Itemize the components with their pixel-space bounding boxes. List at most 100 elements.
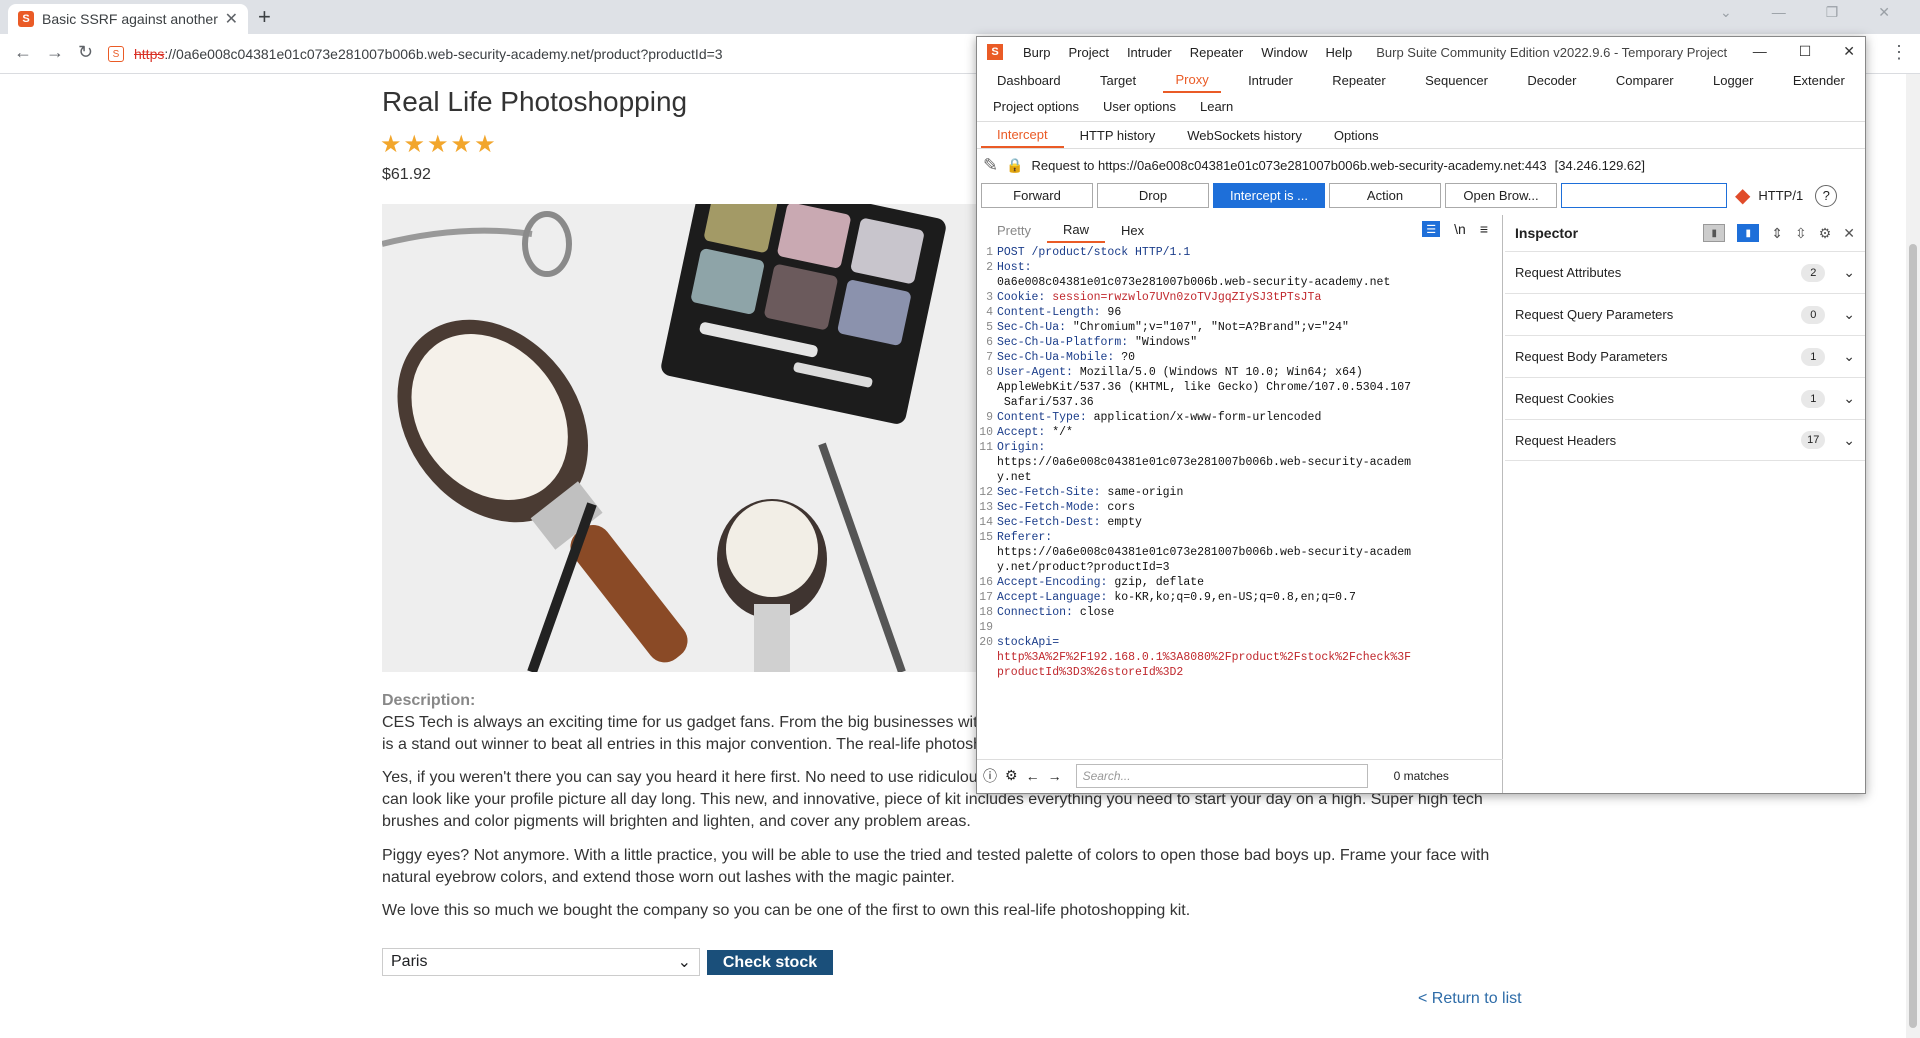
menu-repeater[interactable]: Repeater bbox=[1190, 45, 1243, 60]
word-wrap-icon[interactable]: ☰ bbox=[1422, 221, 1441, 237]
new-tab-button[interactable]: + bbox=[258, 4, 271, 30]
tab-websockets-history[interactable]: WebSockets history bbox=[1171, 122, 1318, 148]
close-tab-icon[interactable]: ✕ bbox=[225, 9, 238, 29]
burp-main-tabs-row1: Dashboard Target Proxy Intruder Repeater… bbox=[977, 67, 1865, 93]
chevron-down-icon[interactable]: ⌄ bbox=[1843, 264, 1855, 281]
highlight-color-icon[interactable]: ◆ bbox=[1735, 183, 1750, 208]
rating-stars: ★★★★★ bbox=[380, 131, 498, 158]
line-number: 12 bbox=[979, 486, 993, 499]
inspector-row-request-headers[interactable]: Request Headers 17 ⌄ bbox=[1505, 419, 1865, 461]
chevron-down-icon[interactable]: ⌄ bbox=[1843, 348, 1855, 365]
browser-menu-icon[interactable]: ⋮ bbox=[1890, 42, 1908, 63]
help-icon[interactable]: ? bbox=[1815, 184, 1838, 207]
tab-proxy-options[interactable]: Options bbox=[1318, 122, 1395, 148]
page-scrollbar-thumb[interactable] bbox=[1909, 244, 1917, 1028]
forward-button[interactable]: Forward bbox=[981, 183, 1093, 208]
tab-pretty[interactable]: Pretty bbox=[981, 217, 1047, 243]
back-icon[interactable]: ← bbox=[14, 42, 32, 63]
header-value: 96 bbox=[1100, 306, 1122, 319]
tab-search-icon[interactable]: ⌄ bbox=[1720, 4, 1732, 21]
restore-icon[interactable]: ❐ bbox=[1826, 4, 1839, 21]
line-text: Cookie: session=rwzwlo7UVn0zoTVJgqZIySJ3… bbox=[997, 290, 1321, 305]
chevron-down-icon[interactable]: ⌄ bbox=[1843, 390, 1855, 407]
menu-project[interactable]: Project bbox=[1068, 45, 1108, 60]
request-line: 0a6e008c04381e01c073e281007b006b.web-sec… bbox=[979, 275, 1499, 290]
pencil-icon[interactable]: ✎ bbox=[983, 155, 998, 176]
chevron-down-icon[interactable]: ⌄ bbox=[1843, 306, 1855, 323]
action-button[interactable]: Action bbox=[1329, 183, 1441, 208]
tab-intruder[interactable]: Intruder bbox=[1236, 67, 1305, 93]
close-icon[interactable]: ✕ bbox=[1843, 225, 1855, 242]
line-text: Sec-Ch-Ua-Platform: "Windows" bbox=[997, 335, 1197, 350]
comment-input[interactable] bbox=[1561, 183, 1727, 208]
tab-user-options[interactable]: User options bbox=[1091, 93, 1188, 119]
minimize-icon[interactable]: — bbox=[1772, 4, 1786, 21]
inspector-row-request-attributes[interactable]: Request Attributes 2 ⌄ bbox=[1505, 251, 1865, 293]
tab-sequencer[interactable]: Sequencer bbox=[1413, 67, 1500, 93]
return-to-list-link[interactable]: < Return to list bbox=[1418, 990, 1522, 1008]
search-input[interactable]: Search... bbox=[1075, 763, 1368, 788]
tab-logger[interactable]: Logger bbox=[1701, 67, 1765, 93]
tab-intercept[interactable]: Intercept bbox=[981, 122, 1064, 148]
browser-tab[interactable]: S Basic SSRF against another ✕ bbox=[8, 4, 248, 34]
expand-all-icon[interactable]: ⇕ bbox=[1771, 225, 1783, 242]
close-window-icon[interactable]: ✕ bbox=[1878, 4, 1890, 21]
tab-hex[interactable]: Hex bbox=[1105, 217, 1160, 243]
minimize-icon[interactable]: — bbox=[1753, 43, 1767, 60]
tab-project-options[interactable]: Project options bbox=[981, 93, 1091, 119]
layout-horizontal-icon[interactable]: ▮ bbox=[1737, 224, 1760, 242]
line-number: 5 bbox=[986, 321, 993, 334]
tab-extender[interactable]: Extender bbox=[1781, 67, 1857, 93]
store-location-select[interactable]: Paris ⌄ bbox=[382, 948, 700, 976]
close-icon[interactable]: ✕ bbox=[1843, 43, 1855, 60]
inspector-row-request-cookies[interactable]: Request Cookies 1 ⌄ bbox=[1505, 377, 1865, 419]
tab-repeater[interactable]: Repeater bbox=[1320, 67, 1397, 93]
line-text: y.net bbox=[997, 470, 1032, 485]
previous-match-icon[interactable]: ← bbox=[1026, 768, 1040, 784]
header-name: Content-Length: bbox=[997, 306, 1101, 319]
line-text: Content-Length: 96 bbox=[997, 305, 1121, 320]
line-number: 15 bbox=[979, 531, 993, 544]
collapse-all-icon[interactable]: ⇳ bbox=[1795, 225, 1807, 242]
inspector-row-request-body-parameters[interactable]: Request Body Parameters 1 ⌄ bbox=[1505, 335, 1865, 377]
match-count: 0 matches bbox=[1393, 768, 1449, 783]
request-line: 20 stockApi= bbox=[979, 635, 1499, 650]
line-number bbox=[979, 665, 997, 680]
line-number: 20 bbox=[979, 636, 993, 649]
tab-decoder[interactable]: Decoder bbox=[1515, 67, 1588, 93]
next-match-icon[interactable]: → bbox=[1048, 768, 1062, 784]
raw-request-text[interactable]: 1 POST /product/stock HTTP/1.1 2 Host: 0a6e0… bbox=[979, 245, 1499, 751]
tab-http-history[interactable]: HTTP history bbox=[1064, 122, 1172, 148]
layout-vertical-icon[interactable]: ▮ bbox=[1703, 224, 1726, 242]
menu-burp[interactable]: Burp bbox=[1023, 45, 1050, 60]
tab-comparer[interactable]: Comparer bbox=[1604, 67, 1686, 93]
burp-logo-icon: S bbox=[987, 44, 1003, 60]
search-settings-icon[interactable]: ⚙ bbox=[1005, 767, 1018, 784]
check-stock-button[interactable]: Check stock bbox=[707, 950, 833, 975]
intercept-toggle-button[interactable]: Intercept is ... bbox=[1213, 183, 1325, 208]
forward-icon[interactable]: → bbox=[46, 42, 64, 63]
http-version-label[interactable]: HTTP/1 bbox=[1758, 188, 1803, 203]
drop-button[interactable]: Drop bbox=[1097, 183, 1209, 208]
tab-proxy[interactable]: Proxy bbox=[1163, 67, 1221, 93]
description-paragraph-line: Piggy eyes? Not anymore. With a little p… bbox=[382, 847, 1490, 864]
editor-menu-icon[interactable]: ≡ bbox=[1480, 221, 1488, 237]
tab-raw[interactable]: Raw bbox=[1046, 217, 1105, 243]
chevron-down-icon[interactable]: ⌄ bbox=[1843, 432, 1855, 449]
line-number: 17 bbox=[979, 591, 993, 604]
inspector-row-count: 0 bbox=[1801, 305, 1826, 324]
newline-toggle-icon[interactable]: \n bbox=[1454, 221, 1466, 237]
inspector-row-request-query-parameters[interactable]: Request Query Parameters 0 ⌄ bbox=[1505, 293, 1865, 335]
search-help-icon[interactable]: ⓘ bbox=[983, 766, 997, 786]
menu-help[interactable]: Help bbox=[1325, 45, 1352, 60]
menu-window[interactable]: Window bbox=[1261, 45, 1307, 60]
tab-dashboard[interactable]: Dashboard bbox=[985, 67, 1073, 93]
tab-learn[interactable]: Learn bbox=[1188, 93, 1245, 119]
menu-intruder[interactable]: Intruder bbox=[1127, 45, 1172, 60]
tab-target[interactable]: Target bbox=[1088, 67, 1148, 93]
intercept-request-info: ✎ 🔒 Request to https://0a6e008c04381e01c… bbox=[983, 155, 1645, 176]
maximize-icon[interactable]: ☐ bbox=[1799, 43, 1812, 60]
reload-icon[interactable]: ↻ bbox=[78, 42, 93, 63]
open-browser-button[interactable]: Open Brow... bbox=[1445, 183, 1557, 208]
gear-icon[interactable]: ⚙ bbox=[1819, 225, 1832, 242]
